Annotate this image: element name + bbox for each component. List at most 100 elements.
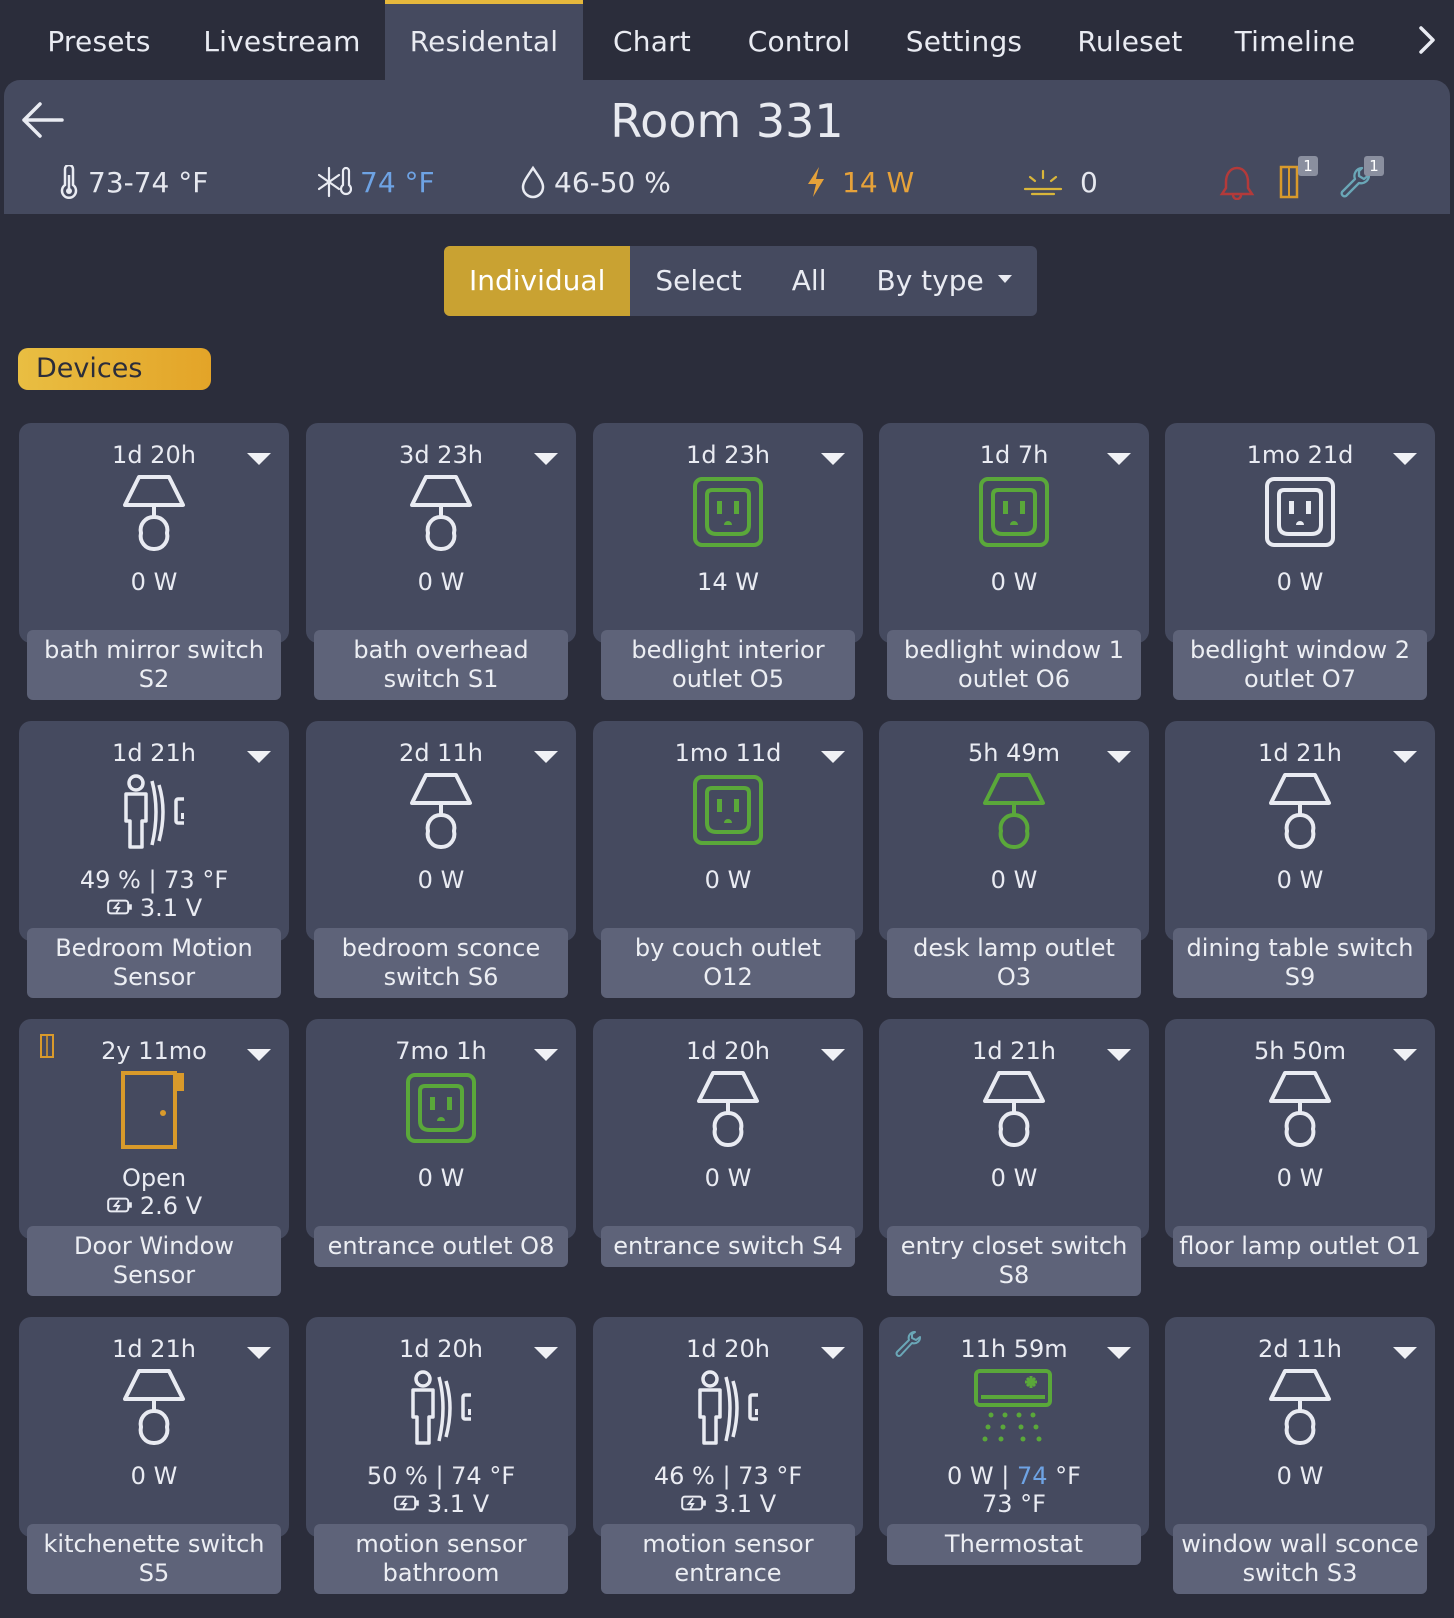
device-name-label[interactable]: entrance switch S4 [601,1226,855,1267]
dropdown-arrow-icon[interactable] [1393,453,1417,465]
device-name-label[interactable]: Thermostat [887,1524,1141,1565]
dropdown-arrow-icon[interactable] [247,1347,271,1359]
dropdown-arrow-icon[interactable] [534,751,558,763]
dropdown-arrow-icon[interactable] [1107,1049,1131,1061]
device-name-label[interactable]: desk lamp outlet O3 [887,928,1141,998]
device-name-label[interactable]: kitchenette switch S5 [27,1524,281,1594]
open-door-alert[interactable]: 1 [1278,156,1318,200]
lamp-icon [979,1069,1049,1149]
device-name-label[interactable]: window wall sconce switch S3 [1173,1524,1427,1594]
outlet-icon [406,1069,476,1149]
tab-settings[interactable]: Settings [897,0,1031,80]
maintenance-alert-count: 1 [1364,156,1384,176]
dropdown-arrow-icon[interactable] [821,1347,845,1359]
mode-individual[interactable]: Individual [444,246,631,316]
device-card[interactable]: 1d 23h 14 W [593,423,863,643]
device-card[interactable]: 1d 7h 0 W [879,423,1149,643]
alarm-bell-icon[interactable] [1218,164,1256,200]
setpoint-stat: 74 °F [318,164,435,200]
dropdown-arrow-icon[interactable] [1107,1347,1131,1359]
device-name-label[interactable]: by couch outlet O12 [601,928,855,998]
dropdown-arrow-icon[interactable] [1107,453,1131,465]
device-name-label[interactable]: bedlight window 1 outlet O6 [887,630,1141,700]
device-card[interactable]: 1d 20h 46 % | 73 °F 3.1 V [593,1317,863,1537]
device-card[interactable]: 5h 49m 0 W [879,721,1149,941]
device-name-label[interactable]: bedlight interior outlet O5 [601,630,855,700]
device-reading: 46 % | 73 °F [653,1462,803,1490]
dropdown-arrow-icon[interactable] [247,1049,271,1061]
door-icon [119,1069,189,1149]
device-name-label[interactable]: Bedroom Motion Sensor [27,928,281,998]
device-reading: 14 W [697,568,759,596]
outlet-icon [979,473,1049,553]
device-reading: 0 W [1276,866,1324,894]
device-reading: 0 W [1276,568,1324,596]
device-card[interactable]: 1d 20h 50 % | 74 °F 3.1 V [306,1317,576,1537]
device-card[interactable]: 1d 20h 0 W [19,423,289,643]
motion-sensor-icon [114,771,204,851]
thermostat-power: 0 W | [947,1462,1017,1490]
device-card[interactable]: 1d 21h 0 W [1165,721,1435,941]
device-reading: 0 W [130,1462,178,1490]
dropdown-arrow-icon[interactable] [821,1049,845,1061]
dropdown-arrow-icon[interactable] [1393,1347,1417,1359]
device-card[interactable]: 1mo 21d 0 W [1165,423,1435,643]
lamp-icon [406,473,476,553]
mode-by-type[interactable]: By type [851,246,1036,316]
device-name-label[interactable]: motion sensor bathroom [314,1524,568,1594]
tab-chart[interactable]: Chart [604,0,700,80]
wrench-icon [895,1331,921,1357]
device-reading: 0 W [990,1164,1038,1192]
dropdown-arrow-icon[interactable] [1393,751,1417,763]
device-card[interactable]: 11h 59m 0 W | 74 °F 73 °F [879,1317,1149,1537]
device-card[interactable]: 2d 11h 0 W [306,721,576,941]
device-reading: 0 W [1276,1462,1324,1490]
dropdown-arrow-icon[interactable] [534,1347,558,1359]
tab-control[interactable]: Control [735,0,863,80]
humidity-value: 46-50 % [554,165,671,199]
dropdown-arrow-icon[interactable] [247,453,271,465]
battery-icon [393,1490,427,1518]
device-card[interactable]: 1d 21h 0 W [19,1317,289,1537]
dropdown-arrow-icon[interactable] [534,1049,558,1061]
device-name-label[interactable]: bath overhead switch S1 [314,630,568,700]
device-name-label[interactable]: entrance outlet O8 [314,1226,568,1267]
dropdown-arrow-icon[interactable] [1107,751,1131,763]
lamp-icon [1265,771,1335,851]
device-card[interactable]: 1d 20h 0 W [593,1019,863,1239]
tab-presets[interactable]: Presets [36,0,162,80]
tab-livestream[interactable]: Livestream [195,0,369,80]
dropdown-arrow-icon[interactable] [534,453,558,465]
device-name-label[interactable]: Door Window Sensor [27,1226,281,1296]
lamp-icon [119,473,189,553]
device-card[interactable]: 7mo 1h 0 W [306,1019,576,1239]
device-name-label[interactable]: dining table switch S9 [1173,928,1427,998]
dropdown-arrow-icon[interactable] [247,751,271,763]
tab-ruleset[interactable]: Ruleset [1067,0,1193,80]
maintenance-alert[interactable]: 1 [1338,156,1384,200]
device-card[interactable]: 1d 21h 49 % | 73 °F 3.1 V [19,721,289,941]
dropdown-arrow-icon[interactable] [821,453,845,465]
lamp-icon [1265,1367,1335,1447]
device-name-label[interactable]: bath mirror switch S2 [27,630,281,700]
tab-residental[interactable]: Residental [385,0,583,80]
tab-timeline[interactable]: Timeline [1230,0,1360,80]
device-card[interactable]: 1d 21h 0 W [879,1019,1149,1239]
device-name-label[interactable]: bedlight window 2 outlet O7 [1173,630,1427,700]
device-name-label[interactable]: entry closet switch S8 [887,1226,1141,1296]
device-name-label[interactable]: motion sensor entrance [601,1524,855,1594]
device-card[interactable]: 1mo 11d 0 W [593,721,863,941]
device-name-label[interactable]: floor lamp outlet O1 [1173,1226,1427,1267]
device-card[interactable]: 5h 50m 0 W [1165,1019,1435,1239]
snowflake-thermometer-icon [318,166,352,198]
device-card[interactable]: 3d 23h 0 W [306,423,576,643]
device-card[interactable]: 2d 11h 0 W [1165,1317,1435,1537]
mode-all[interactable]: All [767,246,852,316]
mode-select[interactable]: Select [630,246,766,316]
dropdown-arrow-icon[interactable] [821,751,845,763]
chevron-right-icon[interactable] [1412,22,1442,58]
device-name-label[interactable]: bedroom sconce switch S6 [314,928,568,998]
device-card[interactable]: 2y 11mo Open 2.6 V [19,1019,289,1239]
dropdown-arrow-icon[interactable] [1393,1049,1417,1061]
door-alert-count: 1 [1298,156,1318,176]
